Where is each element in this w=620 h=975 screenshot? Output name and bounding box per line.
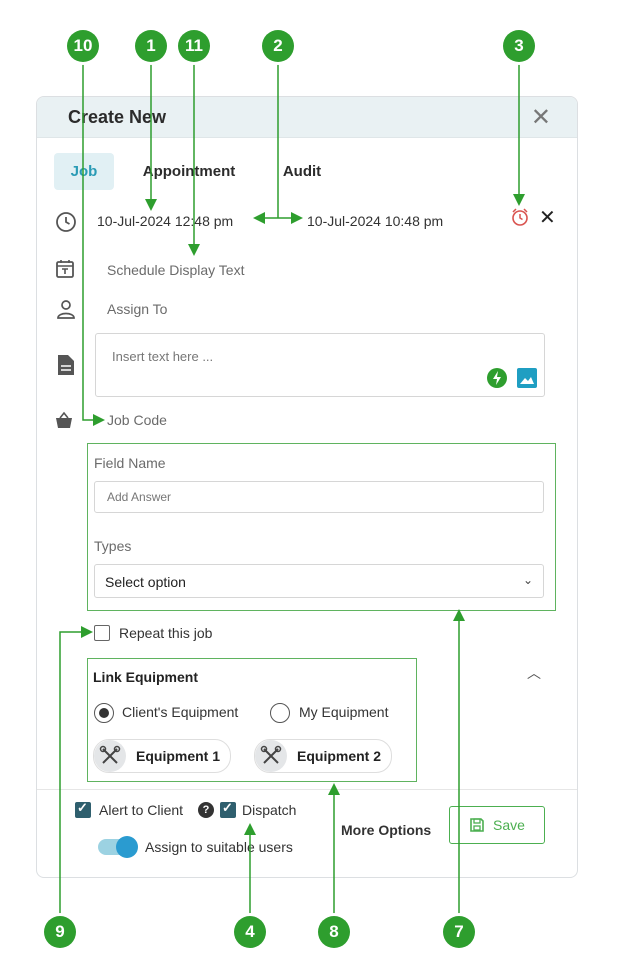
types-label: Types xyxy=(94,538,132,554)
chevron-up-icon[interactable]: ︿ xyxy=(527,663,541,683)
tools-icon xyxy=(255,740,287,772)
image-icon[interactable] xyxy=(516,367,538,389)
equipment-1-label: Equipment 1 xyxy=(136,748,221,764)
dispatch-checkbox[interactable] xyxy=(220,800,236,818)
dialog-footer: Alert to Client ? Dispatch Assign to sui… xyxy=(37,789,577,877)
my-equipment-label: My Equipment xyxy=(299,704,389,720)
annotation-marker-4: 4 xyxy=(234,916,266,948)
types-select[interactable]: Select option ⌄ xyxy=(94,564,544,598)
tools-icon xyxy=(94,740,126,772)
notes-textarea[interactable]: Insert text here ... xyxy=(95,333,545,397)
save-label: Save xyxy=(493,817,525,833)
person-icon xyxy=(57,300,75,319)
tab-appointment[interactable]: Appointment xyxy=(133,153,245,190)
equipment-chip-2[interactable]: Equipment 2 xyxy=(254,739,393,773)
clear-time-icon[interactable]: ✕ xyxy=(539,205,556,230)
end-datetime[interactable]: 10-Jul-2024 10:48 pm xyxy=(307,213,443,229)
create-new-dialog: Create New ✕ Job Appointment Audit 10-Ju… xyxy=(36,96,578,878)
types-selected-value: Select option xyxy=(105,574,186,590)
chevron-down-icon: ⌄ xyxy=(522,573,533,587)
help-icon[interactable]: ? xyxy=(198,802,214,818)
clock-icon xyxy=(56,212,76,232)
clients-equipment-label: Client's Equipment xyxy=(122,704,239,720)
repeat-label: Repeat this job xyxy=(119,625,213,641)
add-answer-input[interactable]: Add Answer xyxy=(94,481,544,513)
schedule-display-input[interactable]: Schedule Display Text xyxy=(107,262,244,278)
field-name-label: Field Name xyxy=(94,455,166,471)
annotation-marker-1: 1 xyxy=(135,30,167,62)
assign-suitable-users-label: Assign to suitable users xyxy=(145,839,293,855)
save-button[interactable]: Save xyxy=(449,806,545,844)
annotation-marker-2: 2 xyxy=(262,30,294,62)
custom-field-group: Field Name Add Answer Types Select optio… xyxy=(87,443,556,611)
assign-suitable-users-toggle[interactable] xyxy=(98,836,138,858)
annotation-marker-11: 11 xyxy=(178,30,210,62)
radio-my-equipment[interactable] xyxy=(270,703,290,723)
annotation-marker-8: 8 xyxy=(318,916,350,948)
job-code-input[interactable]: Job Code xyxy=(107,412,167,428)
annotation-marker-3: 3 xyxy=(503,30,535,62)
basket-icon xyxy=(56,411,72,428)
notes-placeholder: Insert text here ... xyxy=(112,349,214,364)
tab-job[interactable]: Job xyxy=(54,153,114,190)
lightning-icon[interactable] xyxy=(486,367,508,389)
dialog-title: Create New xyxy=(68,107,167,127)
more-options-link[interactable]: More Options xyxy=(341,822,431,838)
close-icon[interactable]: ✕ xyxy=(531,103,551,132)
alert-to-client-checkbox[interactable] xyxy=(75,800,91,818)
annotation-marker-7: 7 xyxy=(443,916,475,948)
alert-to-client-label: Alert to Client xyxy=(99,802,184,818)
floppy-disk-icon xyxy=(470,818,484,832)
calendar-text-icon xyxy=(56,260,74,278)
start-datetime[interactable]: 10-Jul-2024 12:48 pm xyxy=(97,213,233,229)
alarm-clock-icon[interactable] xyxy=(510,207,530,227)
radio-clients-equipment[interactable] xyxy=(94,703,114,723)
dispatch-label: Dispatch xyxy=(242,802,297,818)
equipment-2-label: Equipment 2 xyxy=(297,748,382,764)
add-answer-placeholder: Add Answer xyxy=(107,490,172,504)
assign-to-input[interactable]: Assign To xyxy=(107,301,167,317)
repeat-checkbox[interactable] xyxy=(94,625,110,641)
annotation-marker-10: 10 xyxy=(67,30,99,62)
annotation-marker-9: 9 xyxy=(44,916,76,948)
dialog-header: Create New ✕ xyxy=(37,97,577,138)
link-equipment-title: Link Equipment xyxy=(93,669,198,685)
document-icon xyxy=(58,355,74,375)
link-equipment-group: Link Equipment Client's Equipment My Equ… xyxy=(87,658,417,782)
tab-audit[interactable]: Audit xyxy=(273,153,331,190)
equipment-chip-1[interactable]: Equipment 1 xyxy=(93,739,232,773)
